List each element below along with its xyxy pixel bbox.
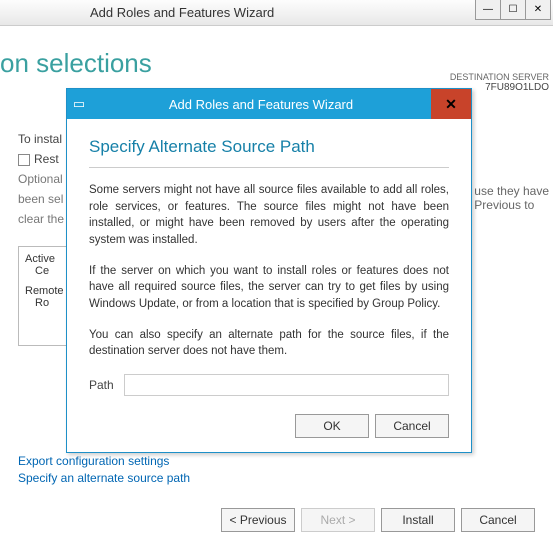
dialog-title: Add Roles and Features Wizard	[91, 97, 471, 112]
specify-source-link[interactable]: Specify an alternate source path	[18, 471, 190, 485]
wizard-footer: < Previous Next > Install Cancel	[221, 508, 535, 532]
dialog-titlebar[interactable]: ▭ Add Roles and Features Wizard ✕	[67, 89, 471, 119]
ok-button[interactable]: OK	[295, 414, 369, 438]
next-button: Next >	[301, 508, 375, 532]
cancel-button[interactable]: Cancel	[461, 508, 535, 532]
path-label: Path	[89, 378, 114, 392]
path-input[interactable]	[124, 374, 449, 396]
install-button[interactable]: Install	[381, 508, 455, 532]
dialog-cancel-button[interactable]: Cancel	[375, 414, 449, 438]
parent-window-title: Add Roles and Features Wizard	[90, 5, 274, 20]
dialog-paragraph: You can also specify an alternate path f…	[89, 327, 449, 360]
dialog-paragraph: If the server on which you want to insta…	[89, 263, 449, 313]
restart-checkbox[interactable]	[18, 154, 30, 166]
dialog-paragraph: Some servers might not have all source f…	[89, 182, 449, 249]
minimize-button[interactable]: ―	[475, 0, 501, 20]
previous-button[interactable]: < Previous	[221, 508, 295, 532]
dialog-heading: Specify Alternate Source Path	[89, 137, 449, 168]
dialog-close-button[interactable]: ✕	[431, 89, 471, 119]
parent-window-titlebar: Add Roles and Features Wizard ― ☐ ✕	[0, 0, 553, 26]
alternate-source-dialog: ▭ Add Roles and Features Wizard ✕ Specif…	[66, 88, 472, 453]
maximize-button[interactable]: ☐	[500, 0, 526, 20]
close-button[interactable]: ✕	[525, 0, 551, 20]
export-config-link[interactable]: Export configuration settings	[18, 454, 190, 468]
dialog-icon: ▭	[67, 96, 91, 112]
